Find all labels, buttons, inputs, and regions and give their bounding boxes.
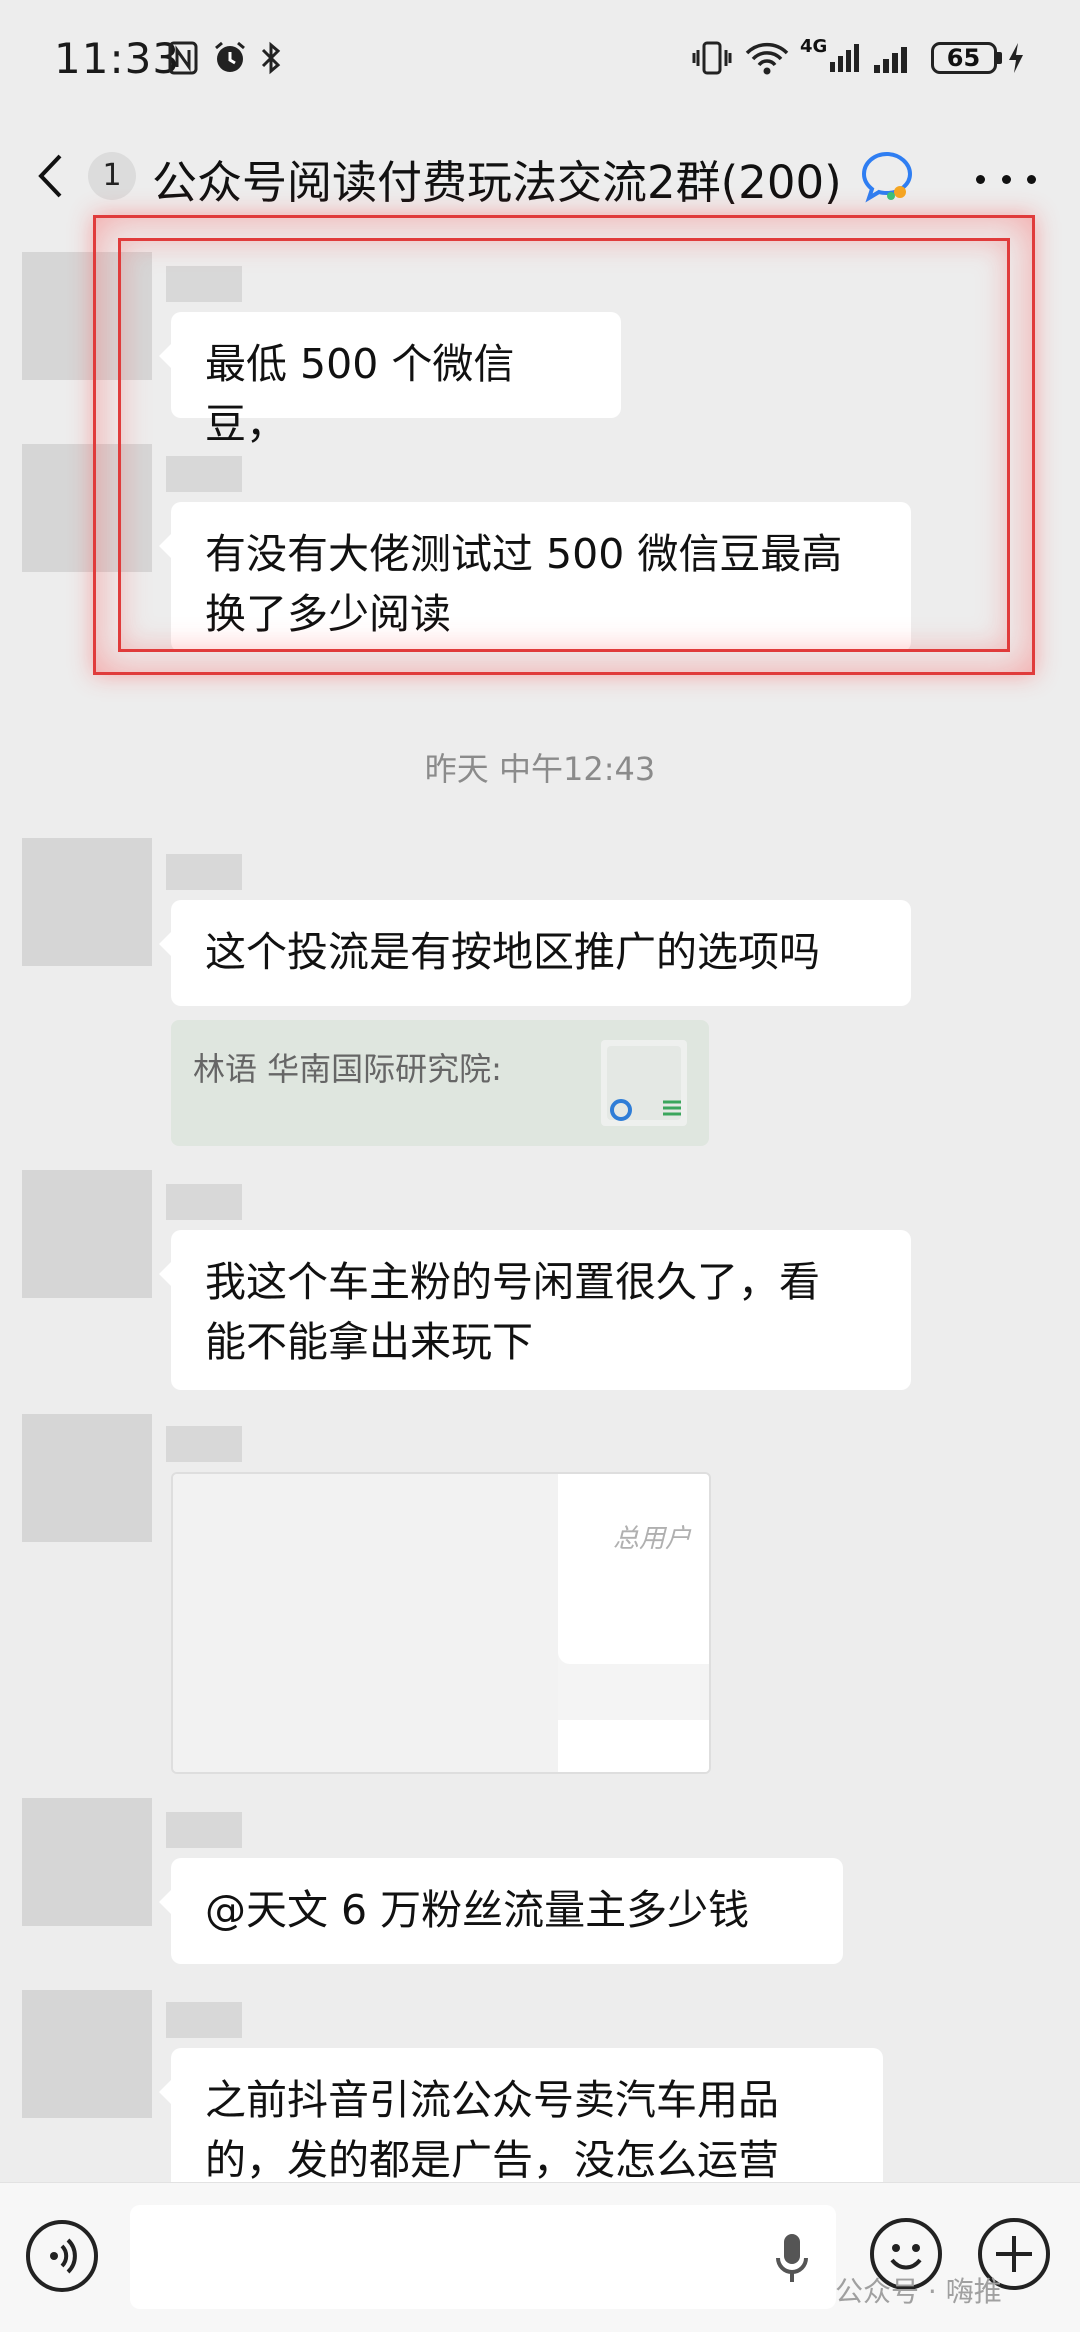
status-bar: 11:33 4G 65 [0,0,1080,120]
charging-icon [1006,40,1026,76]
signal-icon: 4G [800,36,860,76]
avatar[interactable] [22,838,152,966]
message-text: 这个投流是有按地区推广的选项吗 [205,928,820,976]
quoted-message[interactable]: 林语 华南国际研究院: [171,1020,709,1146]
sender-name [166,1812,242,1848]
message-text: 我这个车主粉的号闲置很久了，看 [205,1258,820,1306]
more-icon[interactable] [976,164,1036,194]
sender-name [166,1184,242,1220]
voice-icon[interactable] [26,2220,98,2292]
image-caption: 总用户 [613,1524,692,1554]
back-icon[interactable] [36,148,76,204]
avatar[interactable] [22,1990,152,2118]
quote-thumbnail [601,1040,687,1126]
sender-name [166,2002,242,2038]
image-area [173,1474,558,1772]
alarm-icon [212,40,248,76]
avatar[interactable] [22,1414,152,1542]
highlight-box-inner [118,238,1010,652]
sender-name [166,854,242,890]
message-text: 能不能拿出来玩下 [205,1318,533,1366]
message-input[interactable] [130,2205,836,2309]
vibrate-icon [692,40,732,76]
bluetooth-icon [258,40,284,76]
wifi-icon [744,40,790,76]
chat-bubble-icon[interactable] [858,148,916,206]
mic-icon[interactable] [772,2228,812,2288]
message-bubble[interactable]: 我这个车主粉的号闲置很久了，看 能不能拿出来玩下 [159,1230,911,1390]
quote-text: 林语 华南国际研究院: [193,1050,502,1088]
message-bubble[interactable]: 这个投流是有按地区推广的选项吗 [159,900,911,1006]
message-text: 之前抖音引流公众号卖汽车用品 [205,2076,779,2124]
battery-icon: 65 [928,40,1004,76]
nfc-icon [166,40,200,76]
sender-name [166,1426,242,1462]
image-card: 总用户 [558,1474,709,1664]
watermark: 公众号 · 嗨推 [835,2275,1002,2308]
avatar[interactable] [22,1798,152,1926]
status-time: 11:33 [54,34,181,83]
message-text: @天文 6 万粉丝流量主多少钱 [205,1886,750,1934]
avatar[interactable] [22,1170,152,1298]
signal-icon [872,40,914,76]
unread-count-badge: 1 [88,152,136,200]
timestamp: 昨天 中午12:43 [424,750,656,788]
image-message[interactable]: 总用户 [171,1472,711,1774]
image-card-bottom [558,1720,709,1772]
chat-title[interactable]: 公众号阅读付费玩法交流2群(200) [152,146,842,211]
message-text: 的，发的都是广告，没怎么运营 [205,2136,779,2184]
message-bubble[interactable]: @天文 6 万粉丝流量主多少钱 [159,1858,843,1964]
